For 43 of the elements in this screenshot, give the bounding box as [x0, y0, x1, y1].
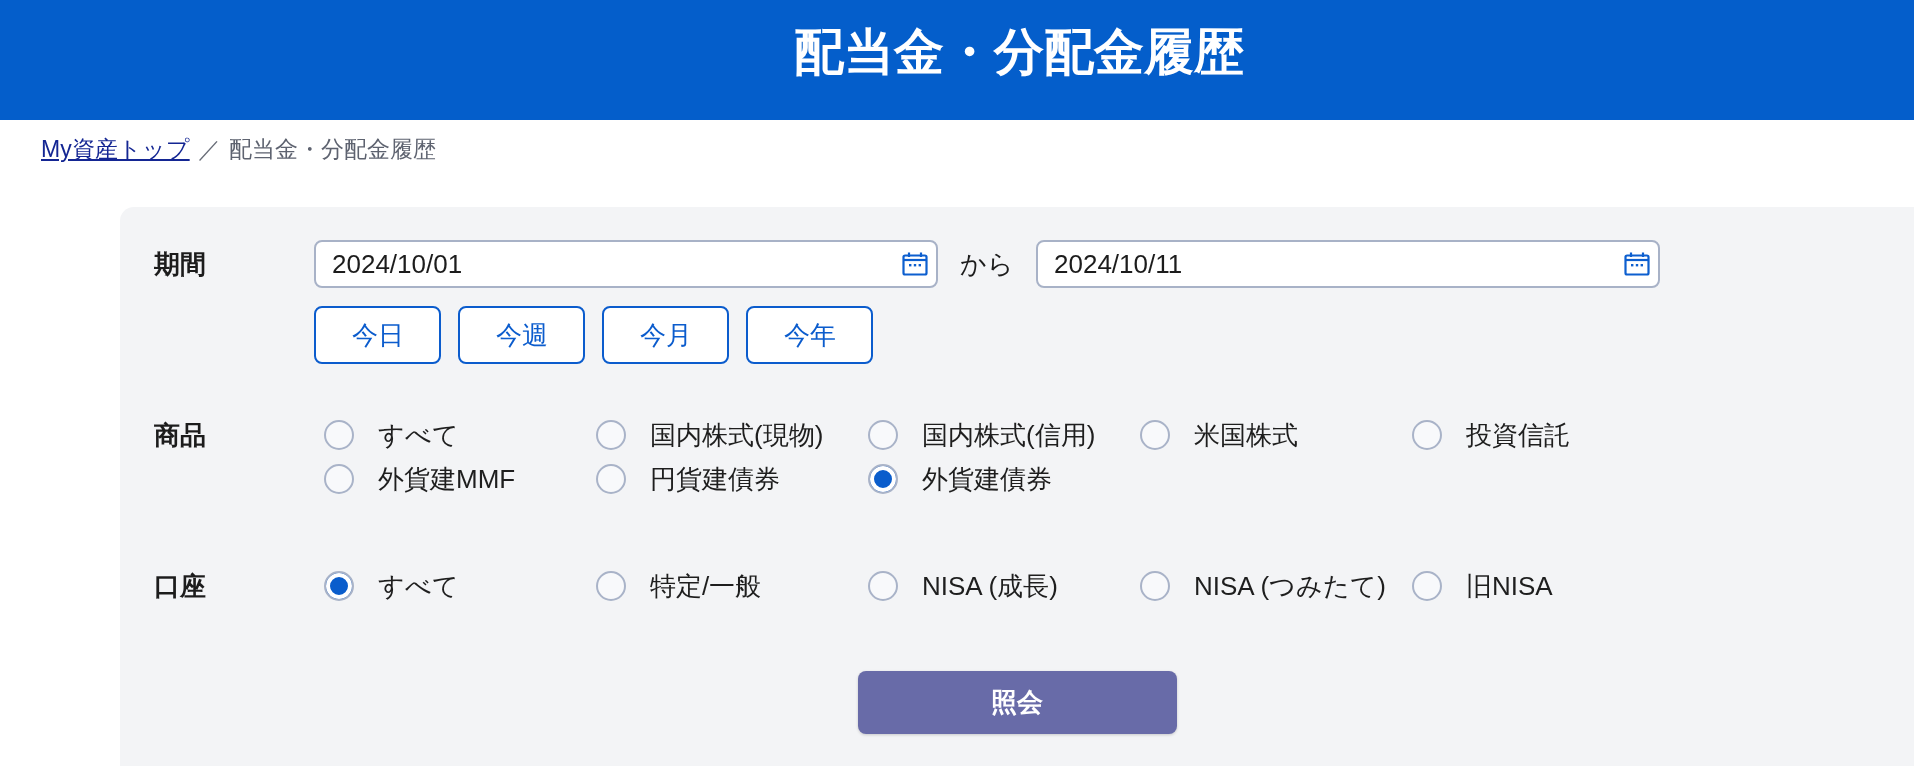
breadcrumb-separator: ／ [197, 135, 221, 164]
period-preset-button[interactable]: 今日 [314, 306, 441, 364]
radio-button[interactable] [324, 571, 354, 601]
start-date-field[interactable]: 2024/10/01 [314, 240, 938, 288]
product-option[interactable]: 米国株式 [1140, 413, 1298, 457]
product-option[interactable]: 外貨建債券 [868, 457, 1052, 501]
breadcrumb-link[interactable]: My資産トップ [41, 134, 190, 164]
page-title: 配当金・分配金履歴 [794, 23, 1244, 82]
product-option[interactable]: 国内株式(現物) [596, 413, 824, 457]
radio-button[interactable] [596, 420, 626, 450]
account-option[interactable]: すべて [324, 564, 459, 608]
search-button[interactable]: 照会 [857, 671, 1177, 734]
radio-button[interactable] [868, 420, 898, 450]
product-option[interactable]: 円貨建債券 [596, 457, 780, 501]
period-label: 期間 [154, 248, 206, 281]
period-preset-button[interactable]: 今週 [458, 306, 585, 364]
calendar-icon[interactable] [902, 252, 928, 276]
radio-button[interactable] [868, 571, 898, 601]
radio-button[interactable] [1412, 571, 1442, 601]
breadcrumb-current: 配当金・分配金履歴 [228, 135, 436, 164]
account-option[interactable]: 旧NISA [1412, 564, 1553, 608]
radio-button[interactable] [1140, 420, 1170, 450]
account-option[interactable]: 特定/一般 [596, 564, 762, 608]
radio-button[interactable] [324, 464, 354, 494]
range-connector: から [960, 248, 1014, 281]
product-option[interactable]: 国内株式(信用) [868, 413, 1096, 457]
product-option[interactable]: すべて [324, 413, 459, 457]
account-label: 口座 [154, 570, 206, 603]
radio-button[interactable] [868, 464, 898, 494]
radio-button[interactable] [596, 464, 626, 494]
product-option[interactable]: 外貨建MMF [324, 457, 516, 501]
calendar-icon[interactable] [1624, 252, 1650, 276]
account-option[interactable]: NISA (成長) [868, 564, 1058, 608]
end-date-field[interactable]: 2024/10/11 [1036, 240, 1660, 288]
radio-button[interactable] [596, 571, 626, 601]
radio-button[interactable] [1412, 420, 1442, 450]
product-label: 商品 [154, 419, 206, 452]
account-option[interactable]: NISA (つみたて) [1140, 564, 1386, 608]
period-preset-button[interactable]: 今月 [602, 306, 729, 364]
period-preset-button[interactable]: 今年 [746, 306, 873, 364]
radio-button[interactable] [1140, 571, 1170, 601]
radio-button[interactable] [324, 420, 354, 450]
product-option[interactable]: 投資信託 [1412, 413, 1570, 457]
